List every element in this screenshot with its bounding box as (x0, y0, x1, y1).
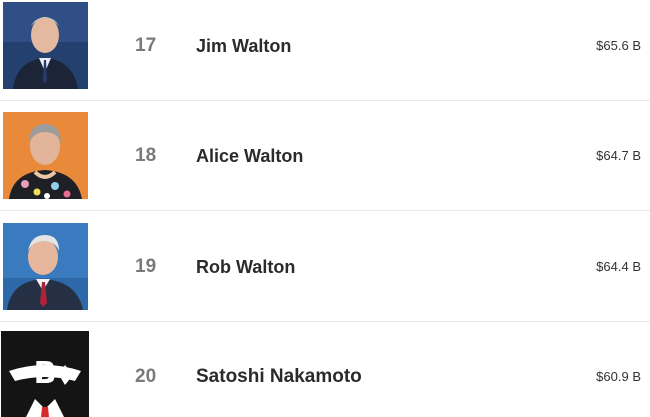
list-item[interactable]: 17 Jim Walton $65.6 B (0, 0, 650, 101)
rank-number: 17 (135, 35, 157, 56)
anonymous-bitcoin-avatar[interactable]: B (1, 331, 89, 417)
net-worth: $64.7 B (596, 148, 641, 163)
svg-text:B: B (34, 356, 57, 391)
portrait-photo[interactable] (3, 2, 88, 89)
rank-number: 18 (135, 145, 157, 166)
list-item[interactable]: 18 Alice Walton $64.7 B (0, 101, 650, 211)
rank-number: 20 (135, 366, 157, 387)
net-worth: $65.6 B (596, 38, 641, 53)
net-worth: $64.4 B (596, 259, 641, 274)
portrait-photo[interactable] (3, 112, 88, 199)
net-worth: $60.9 B (596, 369, 641, 384)
person-name[interactable]: Alice Walton (196, 101, 303, 211)
portrait-photo[interactable] (3, 223, 88, 310)
billionaire-list: 17 Jim Walton $65.6 B 18 Alice Walton $6… (0, 0, 650, 417)
rank-number: 19 (135, 256, 157, 277)
person-name[interactable]: Jim Walton (196, 0, 291, 101)
person-name[interactable]: Satoshi Nakamoto (196, 322, 362, 417)
person-name[interactable]: Rob Walton (196, 212, 295, 322)
list-item[interactable]: B 20 Satoshi Nakamoto $60.9 B (0, 322, 650, 417)
list-item[interactable]: 19 Rob Walton $64.4 B (0, 212, 650, 322)
